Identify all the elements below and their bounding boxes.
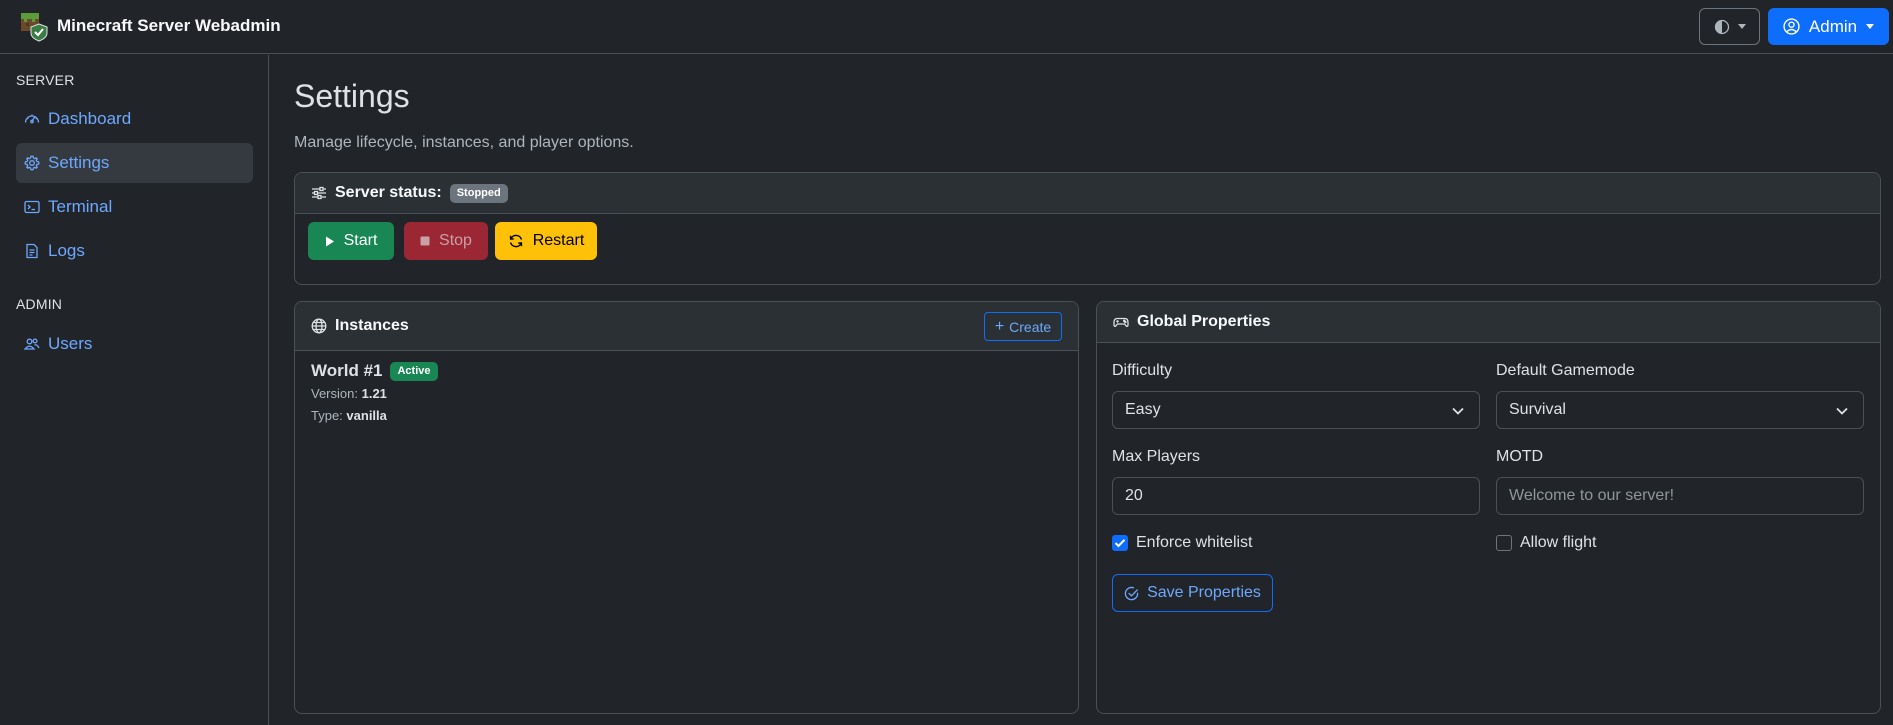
sidebar-item-terminal[interactable]: Terminal — [16, 187, 253, 227]
version-value: 1.21 — [361, 386, 387, 401]
instances-card: Instances + Create World #1 Active Versi… — [294, 301, 1079, 714]
chevron-down-icon — [1835, 405, 1849, 417]
gamemode-value: Survival — [1509, 401, 1566, 418]
difficulty-label: Difficulty — [1112, 362, 1173, 379]
instance-name: World #1 — [311, 361, 383, 380]
create-button-label: Create — [1009, 318, 1052, 335]
gamemode-label: Default Gamemode — [1496, 362, 1635, 379]
instance-type: Type: vanilla — [311, 408, 387, 423]
sidebar-item-logs[interactable]: Logs — [16, 231, 253, 271]
theme-toggle-button[interactable] — [1699, 8, 1760, 45]
global-properties-card: Global Properties Difficulty Easy Defaul… — [1096, 301, 1881, 714]
sidebar-item-users[interactable]: Users — [16, 324, 253, 364]
gamemode-select[interactable]: Survival — [1496, 391, 1864, 429]
check-circle-icon — [1124, 586, 1139, 601]
sidebar-item-label: Settings — [48, 153, 110, 172]
restart-button[interactable]: Restart — [495, 222, 597, 260]
top-navbar: Minecraft Server Webadmin Admin — [0, 0, 1893, 54]
version-label: Version: — [311, 386, 358, 401]
motd-input[interactable]: Welcome to our server! — [1496, 477, 1864, 515]
sidebar-heading-admin: ADMIN — [16, 296, 63, 312]
difficulty-value: Easy — [1125, 401, 1161, 418]
save-properties-button[interactable]: Save Properties — [1112, 574, 1273, 612]
checkbox-checked-icon[interactable] — [1112, 535, 1128, 551]
page-title: Settings — [294, 78, 410, 114]
sidebar: SERVER Dashboard Settings Terminal Logs … — [0, 55, 269, 725]
save-button-label: Save Properties — [1147, 584, 1261, 601]
brand[interactable]: Minecraft Server Webadmin — [18, 9, 281, 43]
server-status-card: Server status: Stopped Start Stop Restar… — [294, 172, 1881, 285]
instances-header: Instances + Create — [295, 302, 1078, 351]
difficulty-select[interactable]: Easy — [1112, 391, 1480, 429]
enforce-whitelist-checkbox[interactable]: Enforce whitelist — [1112, 534, 1253, 552]
global-properties-header: Global Properties — [1097, 302, 1880, 343]
user-menu-button[interactable]: Admin — [1768, 8, 1889, 45]
checkbox-unchecked-icon[interactable] — [1496, 535, 1512, 551]
stop-icon — [420, 236, 430, 246]
allow-flight-checkbox[interactable]: Allow flight — [1496, 534, 1596, 552]
max-players-value: 20 — [1125, 487, 1143, 504]
arrow-repeat-icon — [508, 233, 524, 249]
stop-button[interactable]: Stop — [404, 222, 488, 260]
sidebar-heading-server: SERVER — [16, 72, 75, 88]
enforce-whitelist-label: Enforce whitelist — [1136, 534, 1253, 551]
speedometer-icon — [24, 111, 40, 127]
chevron-down-icon — [1737, 24, 1746, 29]
chevron-down-icon — [1451, 405, 1465, 417]
instances-title: Instances — [335, 317, 409, 334]
user-menu-label: Admin — [1808, 16, 1858, 36]
minecraft-logo-icon — [18, 10, 50, 42]
users-icon — [24, 336, 40, 352]
terminal-icon — [24, 199, 40, 215]
motd-label: MOTD — [1496, 448, 1544, 465]
server-status-header: Server status: Stopped — [295, 173, 1880, 214]
server-status-label: Server status: — [335, 184, 442, 201]
create-instance-button[interactable]: + Create — [984, 312, 1062, 341]
restart-button-label: Restart — [532, 232, 585, 249]
play-icon — [325, 236, 335, 247]
file-text-icon — [24, 243, 40, 259]
sidebar-item-label: Users — [48, 334, 93, 353]
gear-icon — [24, 155, 40, 171]
max-players-label: Max Players — [1112, 448, 1201, 465]
plus-icon: + — [994, 317, 1005, 335]
motd-placeholder: Welcome to our server! — [1509, 487, 1675, 504]
controller-icon — [1113, 314, 1129, 330]
instance-version: Version: 1.21 — [311, 386, 387, 401]
status-badge: Stopped — [449, 183, 508, 203]
sidebar-item-settings[interactable]: Settings — [16, 143, 253, 183]
globe-icon — [311, 318, 327, 334]
start-button-label: Start — [343, 232, 378, 249]
half-circle-icon — [1714, 19, 1730, 35]
sidebar-item-label: Logs — [48, 241, 85, 260]
sliders-icon — [311, 185, 327, 201]
start-button[interactable]: Start — [308, 222, 394, 260]
sidebar-item-dashboard[interactable]: Dashboard — [16, 99, 253, 139]
sidebar-item-label: Terminal — [48, 197, 113, 216]
stop-button-label: Stop — [439, 232, 472, 249]
instance-item[interactable]: World #1 Active — [311, 361, 438, 381]
global-properties-title: Global Properties — [1137, 313, 1271, 330]
max-players-input[interactable]: 20 — [1112, 477, 1480, 515]
type-value: vanilla — [346, 408, 387, 423]
instance-status-badge: Active — [390, 361, 438, 381]
sidebar-item-label: Dashboard — [48, 109, 132, 128]
allow-flight-label: Allow flight — [1520, 534, 1597, 551]
app-title: Minecraft Server Webadmin — [57, 16, 281, 35]
chevron-down-icon — [1866, 24, 1875, 29]
user-circle-icon — [1783, 18, 1800, 35]
page-subtitle: Manage lifecycle, instances, and player … — [294, 134, 634, 151]
type-label: Type: — [311, 408, 343, 423]
